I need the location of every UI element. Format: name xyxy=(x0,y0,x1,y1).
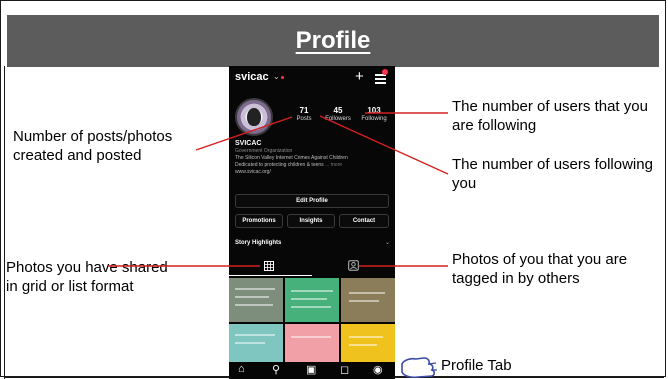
story-highlights-label[interactable]: Story Highlights xyxy=(235,240,281,246)
posts-label: Posts xyxy=(296,116,312,122)
slide-header: Profile xyxy=(7,15,659,67)
left-divider xyxy=(4,66,5,379)
bio-website[interactable]: www.svicac.org/ xyxy=(235,169,385,176)
following-label: Following xyxy=(361,116,387,122)
profile-icon[interactable]: ◉ xyxy=(373,363,383,376)
insights-button[interactable]: Insights xyxy=(287,214,335,228)
active-tab-indicator xyxy=(229,275,312,276)
profile-bio: Government Organization The Silicon Vall… xyxy=(235,148,385,176)
tagged-annotation: Photos of you that you are tagged in by … xyxy=(452,251,628,287)
post-thumbnail[interactable] xyxy=(229,324,283,362)
grid-icon[interactable] xyxy=(264,261,274,271)
plus-icon[interactable]: + xyxy=(355,68,364,85)
instagram-profile-screenshot: svicac ⌄ + 71 Posts 45 Followers 103 Fol… xyxy=(229,66,395,379)
following-count[interactable]: 103 Following xyxy=(357,106,391,122)
chevron-down-icon[interactable]: ⌄ xyxy=(385,239,390,246)
reels-icon[interactable]: ▣ xyxy=(306,363,316,376)
post-thumbnail[interactable] xyxy=(285,324,339,362)
following-value: 103 xyxy=(367,106,381,115)
spider-logo-icon xyxy=(247,108,261,126)
post-thumbnail[interactable] xyxy=(285,278,339,322)
notification-dot xyxy=(281,76,284,79)
post-thumbnail[interactable] xyxy=(229,278,283,322)
posts-grid xyxy=(229,278,395,362)
post-thumbnail[interactable] xyxy=(341,278,395,322)
bio-line-2: The Silicon Valley Internet Crimes Again… xyxy=(235,155,348,161)
search-icon[interactable]: ⚲ xyxy=(272,363,280,376)
promotions-button[interactable]: Promotions xyxy=(235,214,283,228)
followers-count[interactable]: 45 Followers xyxy=(321,106,355,122)
following-annotation: The number of users that you are followi… xyxy=(452,98,648,134)
shop-icon[interactable]: ◻ xyxy=(340,363,349,376)
grid-annotation: Photos you have shared in grid or list f… xyxy=(6,259,168,295)
profile-top-bar: svicac ⌄ + xyxy=(229,66,395,90)
bio-more-link[interactable]: ... more xyxy=(325,162,342,168)
home-icon[interactable]: ⌂ xyxy=(238,363,245,375)
chevron-down-icon[interactable]: ⌄ xyxy=(273,72,280,81)
posts-value: 71 xyxy=(299,106,309,115)
posts-count[interactable]: 71 Posts xyxy=(287,106,321,122)
edit-profile-button[interactable]: Edit Profile xyxy=(235,194,389,208)
posts-annotation: Number of posts/photos created and poste… xyxy=(13,128,173,164)
tagged-icon[interactable] xyxy=(348,260,359,271)
profile-display-name: SVICAC xyxy=(235,140,262,147)
bio-line-3: Dedicated to protecting children & teens xyxy=(235,162,324,168)
profile-tab-annotation: Profile Tab xyxy=(441,357,512,374)
profile-username[interactable]: svicac xyxy=(235,71,269,83)
slide-title: Profile xyxy=(295,27,371,54)
avatar[interactable] xyxy=(235,98,273,136)
bio-category: Government Organization xyxy=(235,148,293,154)
menu-icon[interactable] xyxy=(375,74,386,84)
contact-button[interactable]: Contact xyxy=(339,214,389,228)
followers-label: Followers xyxy=(325,116,351,122)
bottom-nav-bar: ⌂ ⚲ ▣ ◻ ◉ xyxy=(229,362,395,379)
followers-value: 45 xyxy=(333,106,343,115)
post-thumbnail[interactable] xyxy=(341,324,395,362)
followers-annotation: The number of users following you xyxy=(452,156,653,192)
menu-badge xyxy=(382,69,388,75)
